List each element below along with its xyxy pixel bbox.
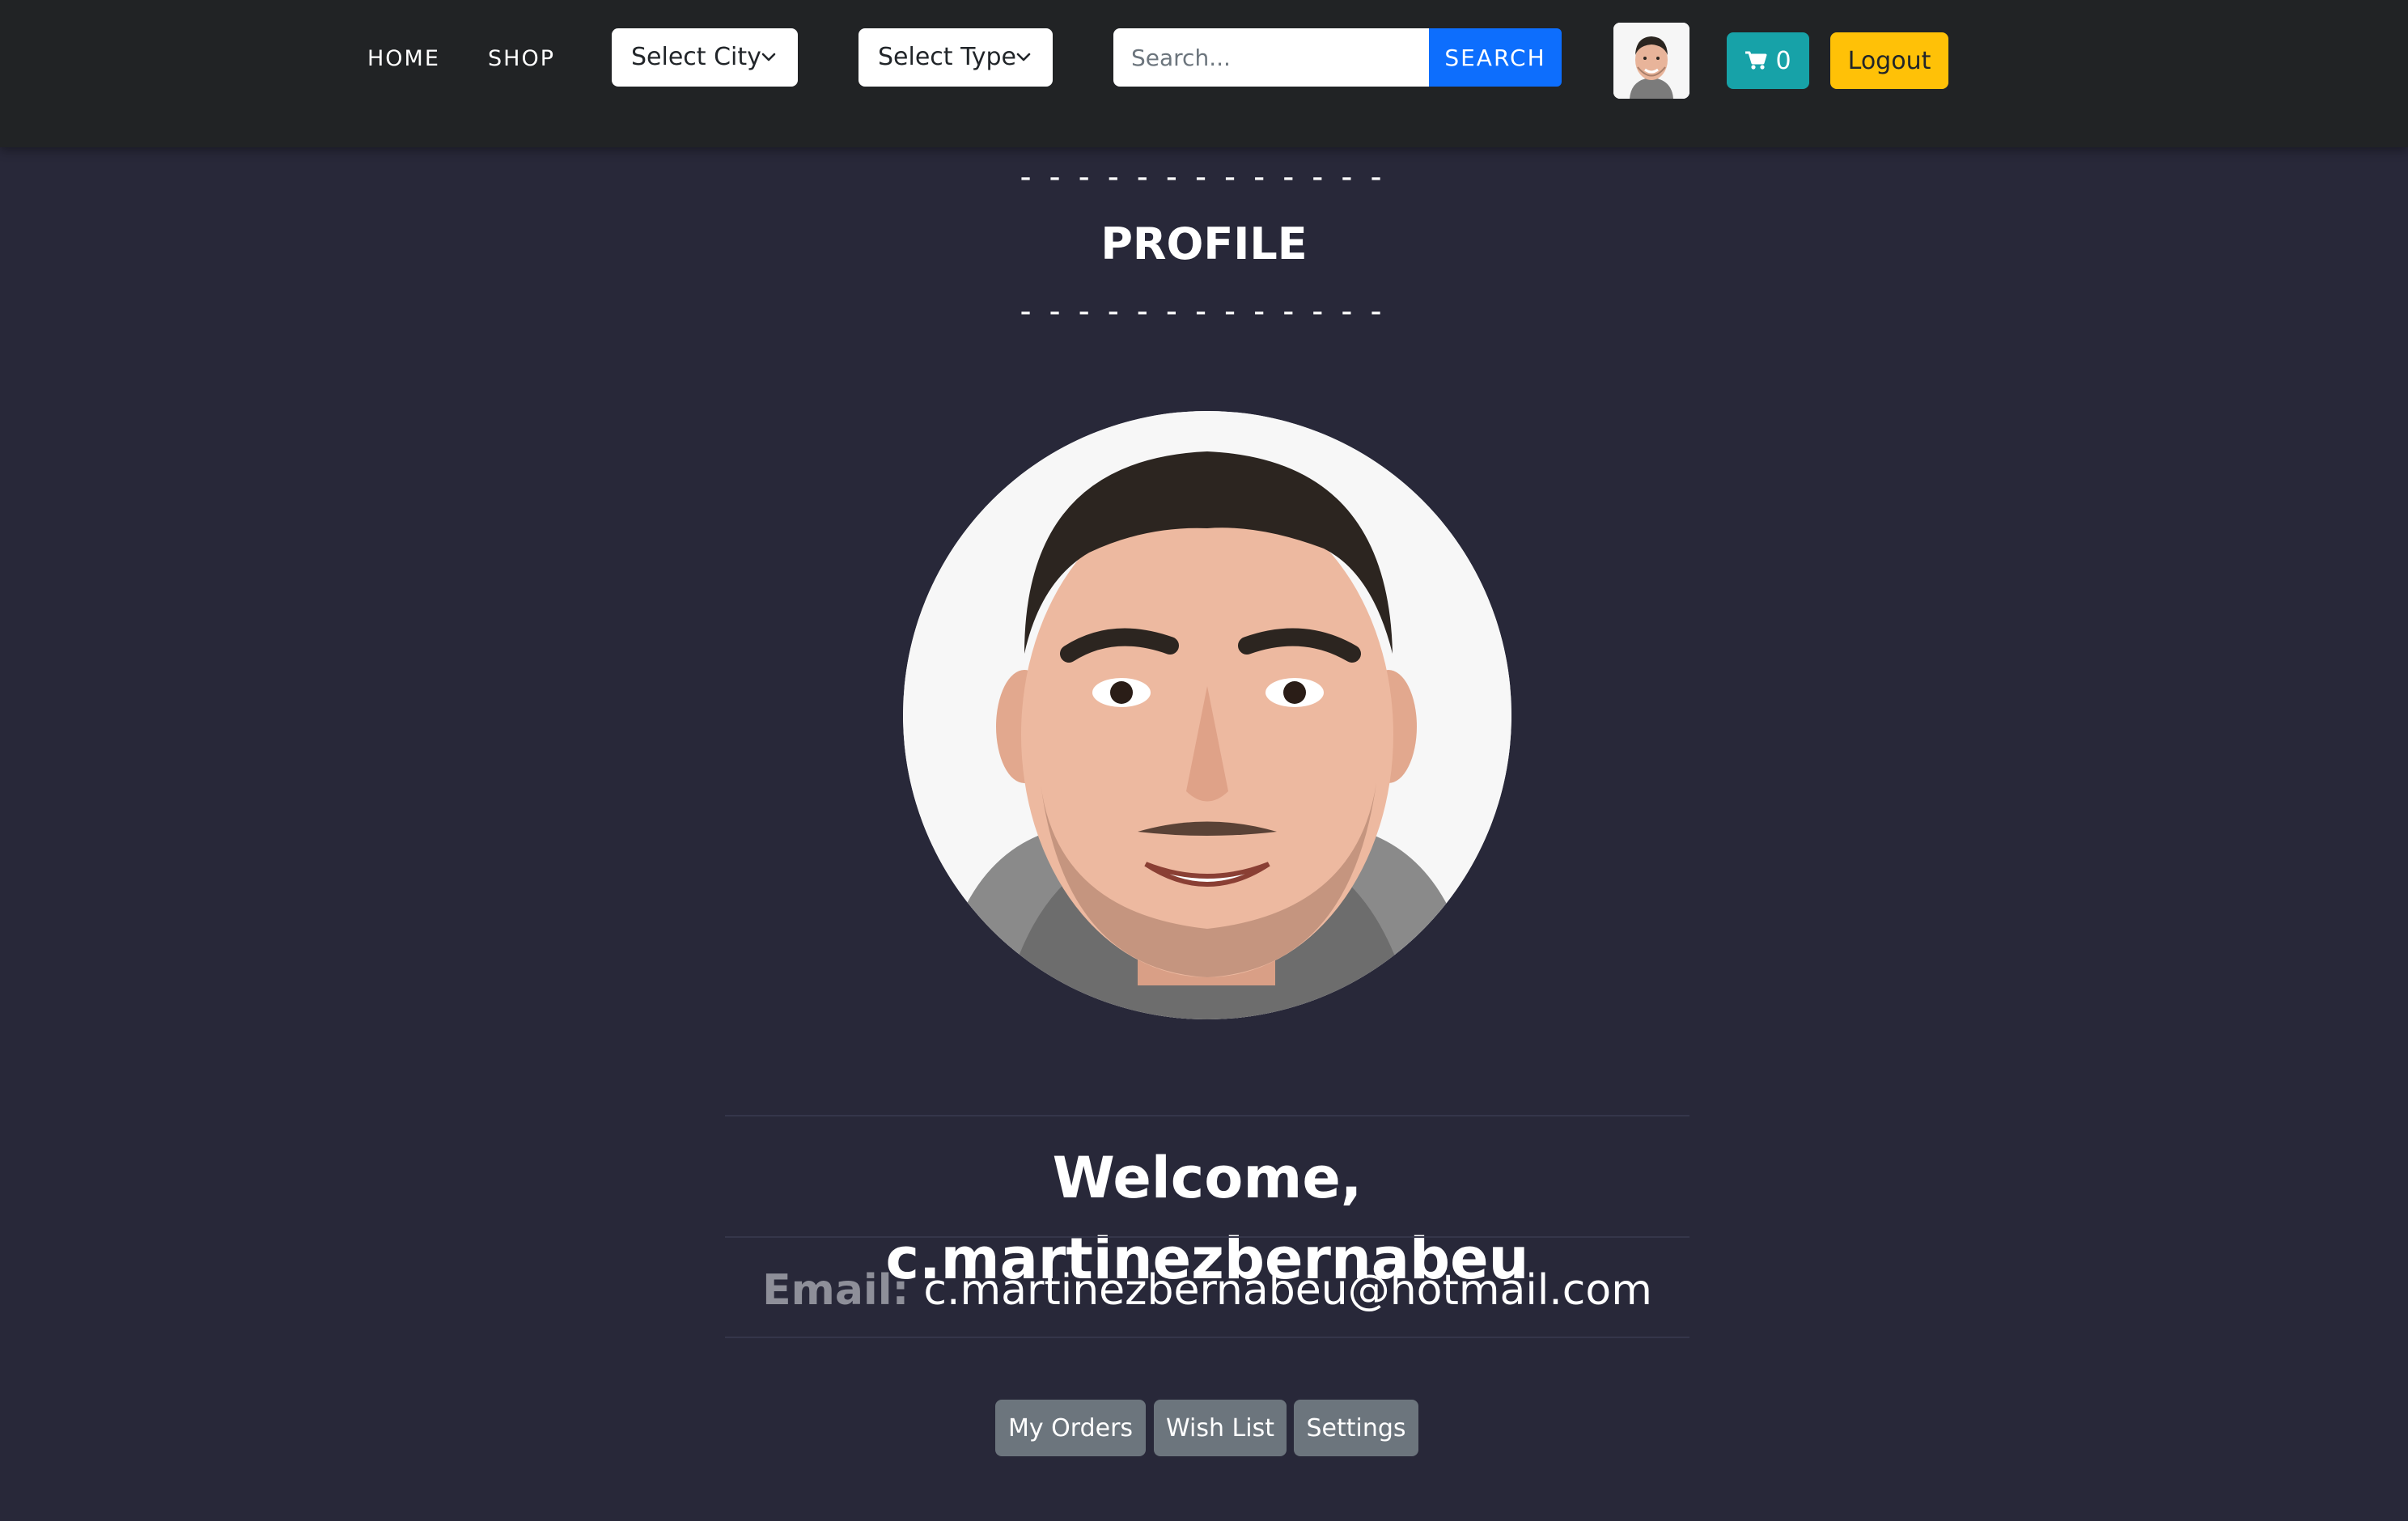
search-button[interactable]: SEARCH: [1429, 28, 1562, 87]
user-avatar[interactable]: [1613, 23, 1689, 99]
avatar-photo: [1613, 23, 1689, 99]
profile-photo: [903, 411, 1511, 1019]
info-divider-top: [725, 1115, 1689, 1116]
cart-button[interactable]: 0: [1727, 32, 1809, 89]
info-divider-bottom: [725, 1337, 1689, 1338]
chevron-down-icon: [1016, 53, 1031, 61]
type-select[interactable]: Select Type: [858, 28, 1053, 87]
city-select-label: Select City: [631, 43, 761, 71]
heading-divider-top: -------------: [1015, 159, 1396, 196]
type-select-label: Select Type: [878, 43, 1016, 71]
page-title: PROFILE: [1100, 218, 1308, 269]
info-divider-middle: [725, 1236, 1689, 1238]
logout-button[interactable]: Logout: [1830, 32, 1948, 89]
wish-list-button[interactable]: Wish List: [1154, 1400, 1287, 1456]
top-navbar: HOME SHOP Select City Select Type SEARCH: [0, 0, 2408, 147]
profile-photo-image: [903, 411, 1511, 1019]
cart-count: 0: [1775, 46, 1791, 75]
heading-divider-bottom: -------------: [1015, 293, 1396, 330]
email-label: Email:: [762, 1266, 909, 1315]
settings-button[interactable]: Settings: [1294, 1400, 1418, 1456]
search-input[interactable]: [1113, 28, 1429, 87]
my-orders-button[interactable]: My Orders: [995, 1400, 1146, 1456]
chevron-down-icon: [761, 53, 776, 61]
nav-shop-link[interactable]: SHOP: [488, 44, 555, 74]
email-row: Email: c.martinezbernabeu@hotmail.com: [725, 1258, 1689, 1323]
nav-home-link[interactable]: HOME: [367, 44, 440, 74]
shopping-cart-icon: [1745, 51, 1767, 70]
city-select[interactable]: Select City: [612, 28, 798, 87]
email-value: c.martinezbernabeu@hotmail.com: [923, 1266, 1652, 1315]
